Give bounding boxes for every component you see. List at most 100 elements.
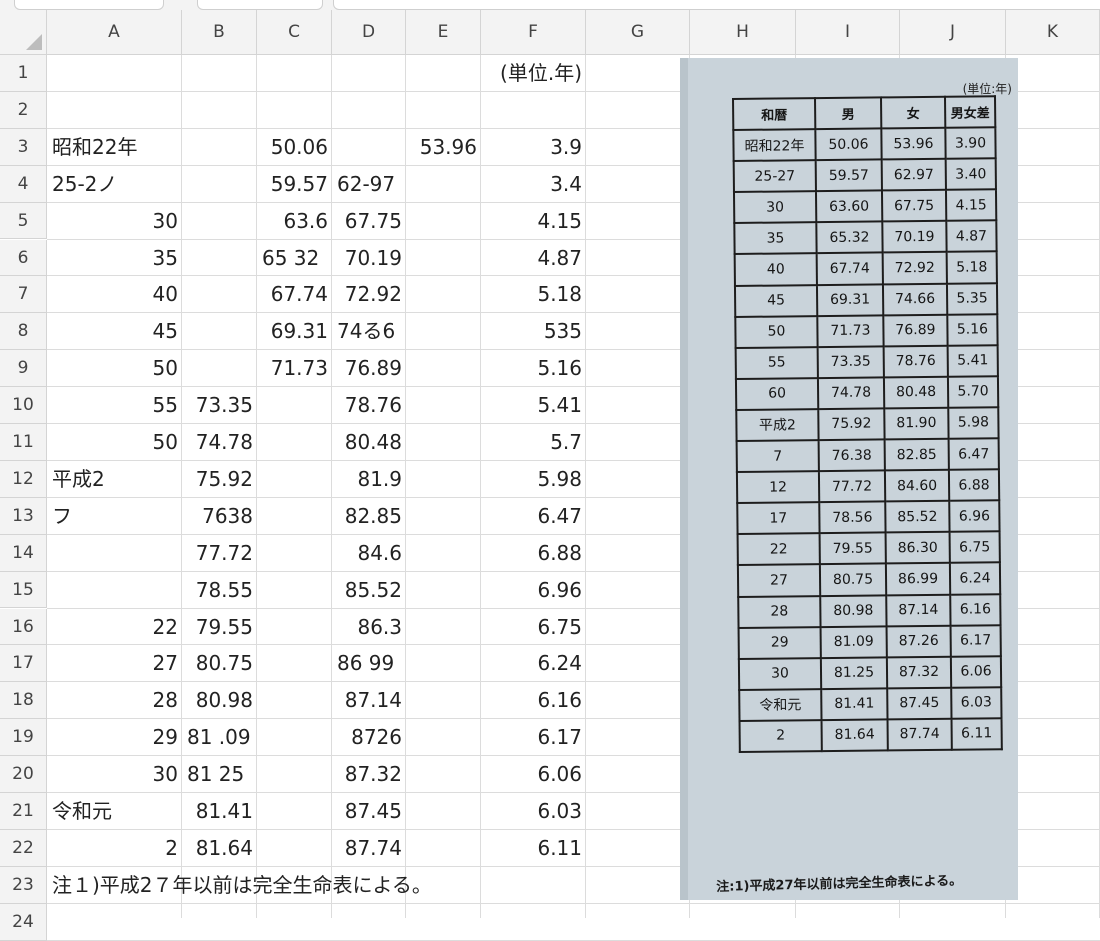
row-header-9[interactable]: 9 xyxy=(0,350,47,388)
cell-f10[interactable]: 5.41 xyxy=(481,387,586,424)
cell-a9[interactable]: 50 xyxy=(47,350,182,387)
cell-f12[interactable]: 5.98 xyxy=(481,461,586,498)
cell-f16[interactable]: 6.75 xyxy=(481,609,586,646)
cell-c4[interactable]: 59.57 xyxy=(257,166,332,203)
cell-f8[interactable]: 535 xyxy=(481,313,586,350)
row-header-10[interactable]: 10 xyxy=(0,387,47,424)
cell-b13[interactable]: 7638 xyxy=(182,498,257,535)
cell-d21[interactable]: 87.45 xyxy=(332,793,406,830)
function-box[interactable] xyxy=(197,0,323,10)
row-header-7[interactable]: 7 xyxy=(0,276,47,314)
row-header-18[interactable]: 18 xyxy=(0,682,47,720)
row-header-19[interactable]: 19 xyxy=(0,719,47,757)
cell-d16[interactable]: 86.3 xyxy=(332,609,406,646)
cell-b22[interactable]: 81.64 xyxy=(182,830,257,867)
cell-b18[interactable]: 80.98 xyxy=(182,682,257,719)
cell-f21[interactable]: 6.03 xyxy=(481,793,586,830)
cell-f5[interactable]: 4.15 xyxy=(481,203,586,240)
cell-a10[interactable]: 55 xyxy=(47,387,182,424)
cell-d7[interactable]: 72.92 xyxy=(332,276,406,313)
row-header-4[interactable]: 4 xyxy=(0,165,47,203)
cell-d20[interactable]: 87.32 xyxy=(332,756,406,793)
cell-f13[interactable]: 6.47 xyxy=(481,498,586,535)
cell-f15[interactable]: 6.96 xyxy=(481,572,586,609)
row-header-24[interactable]: 24 xyxy=(0,903,47,941)
column-header-e[interactable]: E xyxy=(406,10,481,55)
cell-d9[interactable]: 76.89 xyxy=(332,350,406,387)
row-header-2[interactable]: 2 xyxy=(0,91,47,129)
column-header-k[interactable]: K xyxy=(1006,10,1100,55)
column-header-f[interactable]: F xyxy=(481,10,586,55)
row-header-14[interactable]: 14 xyxy=(0,534,47,572)
cell-d18[interactable]: 87.14 xyxy=(332,682,406,719)
cell-d6[interactable]: 70.19 xyxy=(332,240,406,277)
cell-d22[interactable]: 87.74 xyxy=(332,830,406,867)
cell-d8[interactable]: 74る6 xyxy=(332,313,395,350)
cell-b21[interactable]: 81.41 xyxy=(182,793,257,830)
row-header-22[interactable]: 22 xyxy=(0,829,47,867)
cell-d15[interactable]: 85.52 xyxy=(332,572,406,609)
cell-f3[interactable]: 3.9 xyxy=(481,129,586,166)
row-header-11[interactable]: 11 xyxy=(0,424,47,461)
cell-b14[interactable]: 77.72 xyxy=(182,535,257,572)
cell-c5[interactable]: 63.6 xyxy=(257,203,332,240)
cell-a19[interactable]: 29 xyxy=(47,719,182,756)
row-header-3[interactable]: 3 xyxy=(0,128,47,166)
cell-b20[interactable]: 81 25 xyxy=(182,756,244,793)
column-header-d[interactable]: D xyxy=(332,10,406,55)
cell-c7[interactable]: 67.74 xyxy=(257,276,332,313)
cell-d17[interactable]: 86 99 xyxy=(332,645,394,682)
row-header-17[interactable]: 17 xyxy=(0,645,47,683)
cell-d4[interactable]: 62-97 xyxy=(332,166,395,203)
pasted-table-photo[interactable]: (単位:年) 和暦男女男女差 昭和22年 50.06 53.96 3.90 25-27 5… xyxy=(680,58,1018,900)
cell-f17[interactable]: 6.24 xyxy=(481,645,586,682)
cell-f18[interactable]: 6.16 xyxy=(481,682,586,719)
column-header-a[interactable]: A xyxy=(47,10,182,55)
cell-a12[interactable]: 平成2 xyxy=(47,461,105,498)
row-header-15[interactable]: 15 xyxy=(0,571,47,609)
cell-b19[interactable]: 81 .09 xyxy=(182,719,251,756)
cell-f9[interactable]: 5.16 xyxy=(481,350,586,387)
cell-b12[interactable]: 75.92 xyxy=(182,461,257,498)
select-all-button[interactable] xyxy=(0,10,47,55)
cell-f1[interactable]: (単位.年) xyxy=(481,55,586,92)
cell-a17[interactable]: 27 xyxy=(47,645,182,682)
row-header-16[interactable]: 16 xyxy=(0,608,47,646)
cell-a6[interactable]: 35 xyxy=(47,240,182,277)
cell-d13[interactable]: 82.85 xyxy=(332,498,406,535)
cell-a5[interactable]: 30 xyxy=(47,203,182,240)
name-box[interactable] xyxy=(14,0,164,10)
cell-b11[interactable]: 74.78 xyxy=(182,424,257,461)
column-header-h[interactable]: H xyxy=(690,10,796,55)
row-header-13[interactable]: 13 xyxy=(0,497,47,535)
row-header-6[interactable]: 6 xyxy=(0,239,47,277)
cell-d5[interactable]: 67.75 xyxy=(332,203,406,240)
cell-e3[interactable]: 53.96 xyxy=(406,129,481,166)
cell-c6[interactable]: 65 32 xyxy=(257,240,319,277)
column-header-j[interactable]: J xyxy=(900,10,1006,55)
column-header-c[interactable]: C xyxy=(257,10,332,55)
cell-c8[interactable]: 69.31 xyxy=(257,313,332,350)
row-header-21[interactable]: 21 xyxy=(0,793,47,830)
cell-f7[interactable]: 5.18 xyxy=(481,276,586,313)
cell-a4[interactable]: 25-2ノ xyxy=(47,166,117,203)
row-header-5[interactable]: 5 xyxy=(0,202,47,240)
cell-a20[interactable]: 30 xyxy=(47,756,182,793)
column-header-g[interactable]: G xyxy=(586,10,690,55)
cell-f4[interactable]: 3.4 xyxy=(481,166,586,203)
cell-d10[interactable]: 78.76 xyxy=(332,387,406,424)
cell-f20[interactable]: 6.06 xyxy=(481,756,586,793)
cell-f14[interactable]: 6.88 xyxy=(481,535,586,572)
cell-d11[interactable]: 80.48 xyxy=(332,424,406,461)
row-header-12[interactable]: 12 xyxy=(0,460,47,498)
cell-f6[interactable]: 4.87 xyxy=(481,240,586,277)
cell-c9[interactable]: 71.73 xyxy=(257,350,332,387)
cell-a7[interactable]: 40 xyxy=(47,276,182,313)
row-header-1[interactable]: 1 xyxy=(0,55,47,92)
cell-f19[interactable]: 6.17 xyxy=(481,719,586,756)
cell-a23[interactable]: 注１)平成2７年以前は完全生命表による。 xyxy=(47,867,432,904)
cell-d14[interactable]: 84.6 xyxy=(332,535,406,572)
cell-a22[interactable]: 2 xyxy=(47,830,182,867)
column-header-i[interactable]: I xyxy=(796,10,900,55)
cell-a16[interactable]: 22 xyxy=(47,609,182,646)
